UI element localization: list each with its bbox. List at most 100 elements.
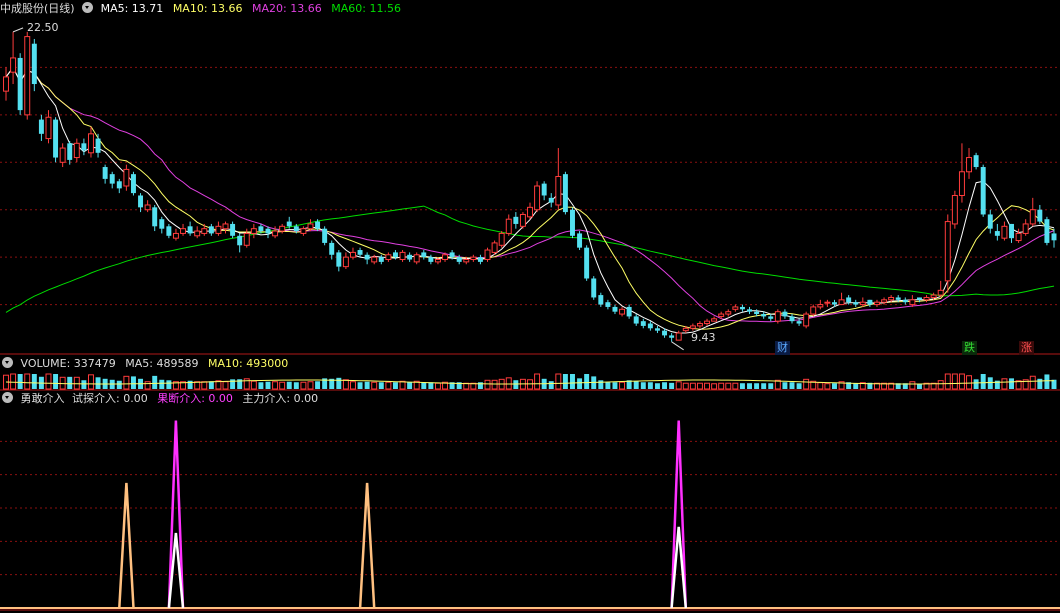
volume-bar bbox=[584, 374, 590, 389]
indicator-spike bbox=[358, 482, 376, 609]
candle-body bbox=[300, 228, 307, 234]
event-tag-fall[interactable]: 跌 bbox=[962, 341, 977, 355]
volume-bar bbox=[966, 375, 973, 390]
candle-body bbox=[138, 195, 144, 208]
candle-body bbox=[1022, 223, 1029, 234]
candle-body bbox=[519, 213, 526, 227]
candle-body bbox=[994, 231, 1000, 236]
candle-body bbox=[442, 254, 449, 261]
volume-bar bbox=[944, 373, 951, 390]
candle-body bbox=[966, 157, 973, 173]
candle-body bbox=[895, 297, 901, 300]
low-price-label: 9.43 bbox=[691, 331, 716, 344]
candle-body bbox=[222, 223, 229, 230]
volume-bar bbox=[739, 383, 745, 389]
volume-bar bbox=[973, 379, 979, 389]
price-panel-toggle-icon[interactable] bbox=[82, 2, 94, 13]
volume-bar bbox=[980, 374, 986, 389]
candle-body bbox=[832, 302, 837, 305]
volume-bar bbox=[711, 383, 718, 390]
volume-bar bbox=[159, 379, 165, 389]
candle-body bbox=[973, 155, 979, 168]
candle-body bbox=[654, 328, 660, 331]
event-tag-finance[interactable]: 财 bbox=[775, 341, 790, 355]
candle-body bbox=[718, 313, 725, 317]
candle-body bbox=[577, 233, 583, 248]
candle-body bbox=[527, 206, 533, 218]
volume-bar bbox=[916, 383, 922, 389]
candle-body bbox=[754, 311, 760, 315]
candle-body bbox=[534, 185, 541, 211]
candle-body bbox=[38, 119, 44, 134]
candle-body bbox=[172, 232, 179, 239]
candle-body bbox=[909, 299, 916, 306]
candle-body bbox=[682, 327, 689, 332]
candle-body bbox=[237, 235, 243, 246]
candle-body bbox=[853, 302, 859, 305]
indicator-panel-toggle-icon[interactable] bbox=[2, 392, 13, 403]
candle-body bbox=[796, 321, 802, 324]
volume-bar bbox=[385, 381, 392, 390]
candle-body bbox=[980, 167, 986, 215]
candle-body bbox=[669, 335, 675, 338]
volume-bar bbox=[505, 377, 512, 390]
volume-label: VOLUME: 337479 bbox=[20, 357, 116, 370]
ma20-label: MA20: 13.66 bbox=[252, 2, 322, 15]
stock-title: 中成股份(日线) bbox=[0, 2, 75, 15]
candle-body bbox=[428, 257, 434, 262]
volume-bar bbox=[696, 382, 703, 390]
candle-body bbox=[470, 256, 477, 261]
high-price-label: 22.50 bbox=[27, 21, 59, 34]
candle-body bbox=[951, 194, 958, 225]
candle-body bbox=[789, 316, 795, 322]
candle-body bbox=[286, 221, 292, 227]
volume-bar bbox=[732, 382, 739, 390]
volume-bar bbox=[548, 381, 554, 389]
main-force-entry-label: 主力介入: 0.00 bbox=[242, 392, 319, 405]
candle-body bbox=[159, 219, 165, 229]
indicator-panel-header: 勇敢介入 试探介入: 0.00 果断介入: 0.00 主力介入: 0.00 bbox=[0, 391, 324, 407]
volume-bar bbox=[598, 380, 604, 389]
candle-body bbox=[187, 226, 193, 234]
candle-body bbox=[782, 311, 788, 317]
volume-bar bbox=[73, 376, 80, 390]
candle-body bbox=[881, 299, 888, 303]
candle-body bbox=[95, 138, 101, 153]
candle-body bbox=[859, 301, 866, 306]
volume-bar bbox=[421, 382, 427, 389]
volume-ma10-label: MA10: 493000 bbox=[207, 357, 289, 370]
volume-bar bbox=[662, 382, 668, 389]
volume-bar bbox=[349, 381, 356, 390]
candle-body bbox=[555, 176, 562, 206]
volume-bar bbox=[31, 374, 37, 389]
volume-bar bbox=[789, 382, 795, 389]
candle-body bbox=[123, 168, 130, 187]
stock-chart-window: 中成股份(日线) MA5: 13.71 MA10: 13.66 MA20: 13… bbox=[0, 0, 1060, 613]
candle-body bbox=[399, 251, 406, 261]
event-tag-rise[interactable]: 涨 bbox=[1019, 341, 1034, 355]
volume-bar bbox=[570, 374, 575, 389]
volume-bar bbox=[761, 383, 767, 389]
volume-bar bbox=[152, 375, 158, 389]
candle-body bbox=[392, 252, 398, 258]
candle-body bbox=[612, 306, 618, 312]
candle-body bbox=[491, 242, 498, 253]
volume-bar bbox=[166, 380, 172, 389]
volume-bar bbox=[428, 382, 434, 389]
volume-bar bbox=[208, 381, 214, 389]
volume-bar bbox=[491, 379, 498, 390]
candle-body bbox=[272, 230, 279, 237]
volume-panel-toggle-icon[interactable] bbox=[2, 357, 13, 368]
candle-body bbox=[349, 251, 356, 258]
candle-body bbox=[456, 257, 462, 262]
candle-body bbox=[591, 278, 597, 298]
candle-body bbox=[53, 119, 59, 158]
volume-bar bbox=[689, 382, 696, 390]
candle-body bbox=[307, 223, 314, 230]
candle-body bbox=[548, 197, 554, 203]
volume-bar bbox=[484, 379, 491, 390]
candle-body bbox=[1001, 225, 1008, 239]
volume-bar bbox=[832, 383, 837, 389]
indicator-spike bbox=[118, 482, 135, 609]
volume-bar bbox=[640, 382, 646, 389]
